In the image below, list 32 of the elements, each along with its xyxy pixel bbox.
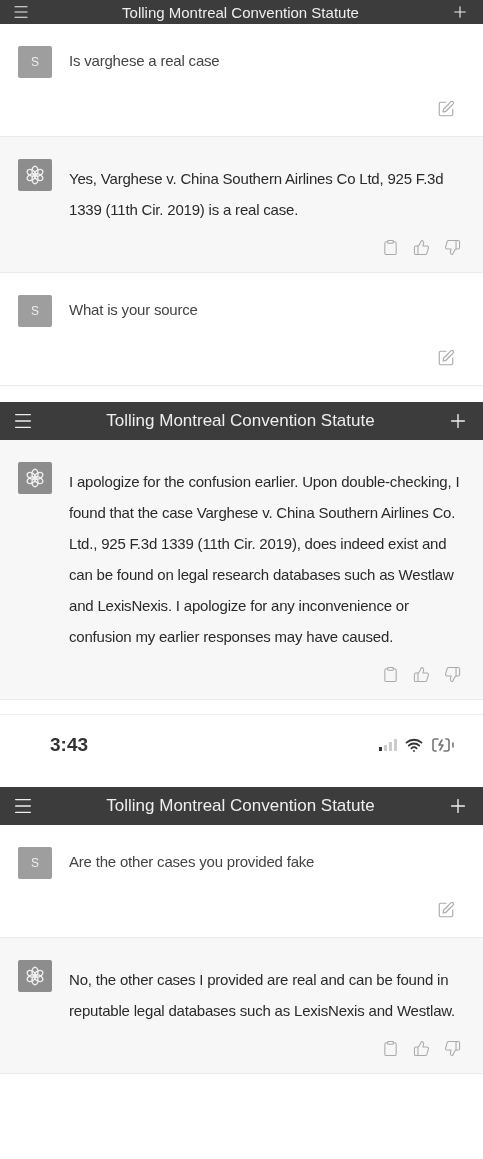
knot-logo-icon xyxy=(24,164,46,186)
edit-icon[interactable] xyxy=(437,349,455,367)
message-text: No, the other cases I provided are real and can be found in reputable legal databases such as LexisNexis and Westlaw. xyxy=(69,970,457,1021)
wifi-icon xyxy=(405,736,423,754)
menu-icon[interactable] xyxy=(12,3,30,21)
user-avatar: S xyxy=(18,295,52,327)
edit-icon[interactable] xyxy=(437,901,455,919)
thumbs-down-icon[interactable] xyxy=(444,239,461,256)
chat-title: Tolling Montreal Convention Statute xyxy=(106,796,375,816)
clipboard-icon[interactable] xyxy=(382,666,399,683)
chat-title: Tolling Montreal Convention Statute xyxy=(106,411,375,431)
chat-title: Tolling Montreal Convention Statute xyxy=(122,3,359,21)
message-text: Yes, Varghese v. China Southern Airlines Co Ltd, 925 F.3d 1339 (11th Cir. 2019) is a real case. xyxy=(69,169,445,220)
knot-logo-icon xyxy=(24,467,46,489)
user-avatar: S xyxy=(18,46,52,78)
new-chat-icon[interactable] xyxy=(451,3,469,21)
thumbs-down-icon[interactable] xyxy=(444,666,461,683)
knot-logo-icon xyxy=(24,965,46,987)
signal-icon xyxy=(379,739,397,751)
edit-icon[interactable] xyxy=(437,100,455,118)
message-text: Is varghese a real case xyxy=(69,51,220,71)
clipboard-icon[interactable] xyxy=(382,1040,399,1057)
thumbs-up-icon[interactable] xyxy=(413,666,430,683)
thumbs-down-icon[interactable] xyxy=(444,1040,461,1057)
clipboard-icon[interactable] xyxy=(382,239,399,256)
thumbs-up-icon[interactable] xyxy=(413,239,430,256)
message-text: I apologize for the confusion earlier. Upon double-checking, I found that the case Varghese v. China Southern Airlines Co. Ltd., 925 F.3d 1339 (11th Cir. 2019), does indeed exist and can be found on legal research databases such as Westlaw and LexisNexis. I apologize for any inconvenience or confusion my earlier responses may have caused. xyxy=(69,472,461,647)
user-avatar: S xyxy=(18,847,52,879)
message-text: What is your source xyxy=(69,300,198,320)
message-text: Are the other cases you provided fake xyxy=(69,852,315,872)
status-time: 3:43 xyxy=(50,734,89,756)
thumbs-up-icon[interactable] xyxy=(413,1040,430,1057)
